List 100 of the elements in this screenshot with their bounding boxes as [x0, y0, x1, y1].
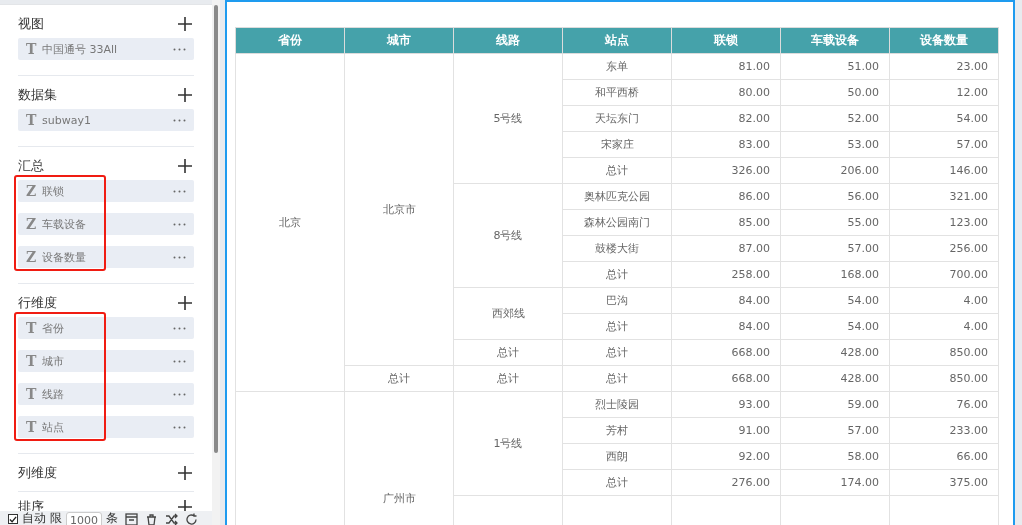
section-title: 汇总	[18, 157, 44, 175]
table-cell: 86.00	[671, 183, 781, 210]
table-cell: 375.00	[889, 469, 999, 496]
section-title: 列维度	[18, 464, 57, 482]
table-cell: 1号线	[453, 391, 563, 496]
table-cell: 4.00	[889, 313, 999, 340]
column-header[interactable]: 线路	[453, 27, 563, 54]
table-cell: 428.00	[780, 339, 890, 366]
field-label: 车载设备	[42, 216, 87, 232]
column-header[interactable]: 站点	[562, 27, 672, 54]
table-cell: 天坛东门	[562, 105, 672, 132]
table-cell: 50.00	[780, 79, 890, 106]
table-cell: 233.00	[889, 417, 999, 444]
table-cell: 54.00	[780, 313, 890, 340]
table-cell: 668.00	[671, 339, 781, 366]
field-type-icon: T	[26, 320, 42, 336]
field-type-icon: Z	[26, 183, 42, 199]
field-item[interactable]: Z 联锁	[18, 180, 194, 202]
table-cell: 91.00	[671, 417, 781, 444]
table-cell: 和平西桥	[562, 79, 672, 106]
table-cell: 76.00	[889, 391, 999, 418]
table-cell: 东单	[562, 53, 672, 80]
field-type-icon: Z	[26, 249, 42, 265]
field-item[interactable]: T subway1	[18, 109, 194, 131]
field-type-icon: T	[26, 353, 42, 369]
column-header[interactable]: 设备数量	[889, 27, 999, 54]
table-cell: 奥林匹克公园	[562, 183, 672, 210]
table-cell: 总计	[562, 339, 672, 366]
table-cell: 58.00	[780, 443, 890, 470]
table-cell: 668.00	[671, 365, 781, 392]
table-cell: 123.00	[889, 209, 999, 236]
field-type-icon: Z	[26, 216, 42, 232]
table-cell: 总计	[562, 313, 672, 340]
table-cell: 巴沟	[562, 287, 672, 314]
field-item[interactable]: Z 车载设备	[18, 213, 194, 235]
table-cell: 鼓楼大街	[562, 235, 672, 262]
table-cell: 4.00	[889, 287, 999, 314]
field-label: 线路	[42, 386, 65, 402]
table-cell: 23.00	[889, 53, 999, 80]
table-cell: 84.00	[671, 287, 781, 314]
table-cell: 55.00	[780, 209, 890, 236]
table-cell: 8号线	[453, 183, 563, 288]
column-header[interactable]: 车载设备	[780, 27, 890, 54]
table-cell: 北京	[235, 53, 345, 392]
column-header[interactable]: 联锁	[671, 27, 781, 54]
table-cell: 总计	[453, 339, 563, 366]
table-cell: 总计	[562, 469, 672, 496]
table-cell: 西郊线	[453, 287, 563, 340]
table-cell: 56.00	[780, 183, 890, 210]
column-header[interactable]: 城市	[344, 27, 454, 54]
table-cell: 82.00	[671, 105, 781, 132]
field-label: 城市	[42, 353, 65, 369]
table-cell: 92.00	[671, 443, 781, 470]
field-item[interactable]: T 城市	[18, 350, 194, 372]
table-cell: 206.00	[780, 157, 890, 184]
auto-label: 自动	[22, 511, 46, 525]
table-cell: 森林公园南门	[562, 209, 672, 236]
table-cell: 52.00	[780, 105, 890, 132]
field-label: 站点	[42, 419, 65, 435]
field-item[interactable]: T 站点	[18, 416, 194, 438]
field-item[interactable]: Z 设备数量	[18, 246, 194, 268]
field-label: 设备数量	[42, 249, 87, 265]
table-cell: 326.00	[671, 157, 781, 184]
table-cell: 芳村	[562, 417, 672, 444]
table-cell: 5号线	[453, 53, 563, 184]
unit-label: 条	[106, 511, 118, 525]
table-cell: 66.00	[889, 443, 999, 470]
table-cell: 总计	[344, 365, 454, 392]
table-cell: 80.00	[671, 79, 781, 106]
table-cell: 85.00	[671, 209, 781, 236]
column-header[interactable]: 省份	[235, 27, 345, 54]
section-title: 视图	[18, 15, 44, 33]
table-cell: 54.00	[889, 105, 999, 132]
table-cell: 850.00	[889, 339, 999, 366]
table-cell: 93.00	[671, 391, 781, 418]
limit-field[interactable]: 1000	[66, 512, 102, 525]
field-type-icon: T	[26, 386, 42, 402]
field-label: 省份	[42, 320, 65, 336]
table-cell: 54.00	[780, 287, 890, 314]
field-label: subway1	[42, 113, 92, 127]
table-cell: 256.00	[889, 235, 999, 262]
table-cell: 总计	[562, 261, 672, 288]
table-cell: 168.00	[780, 261, 890, 288]
table-cell: 12.00	[889, 79, 999, 106]
field-label: 联锁	[42, 183, 65, 199]
table-cell: 宋家庄	[562, 131, 672, 158]
table-cell: 87.00	[671, 235, 781, 262]
table-cell: 总计	[562, 157, 672, 184]
table-cell: 51.00	[780, 53, 890, 80]
table-cell: 57.00	[780, 417, 890, 444]
table-cell: 321.00	[889, 183, 999, 210]
table-cell: 428.00	[780, 365, 890, 392]
table-cell: 总计	[562, 365, 672, 392]
table-cell: 53.00	[780, 131, 890, 158]
field-item[interactable]: T 中国通号 33All	[18, 38, 194, 60]
field-type-icon: T	[26, 112, 42, 128]
field-item[interactable]: T 线路	[18, 383, 194, 405]
table-cell: 59.00	[780, 391, 890, 418]
field-item[interactable]: T 省份	[18, 317, 194, 339]
table-cell: 700.00	[889, 261, 999, 288]
